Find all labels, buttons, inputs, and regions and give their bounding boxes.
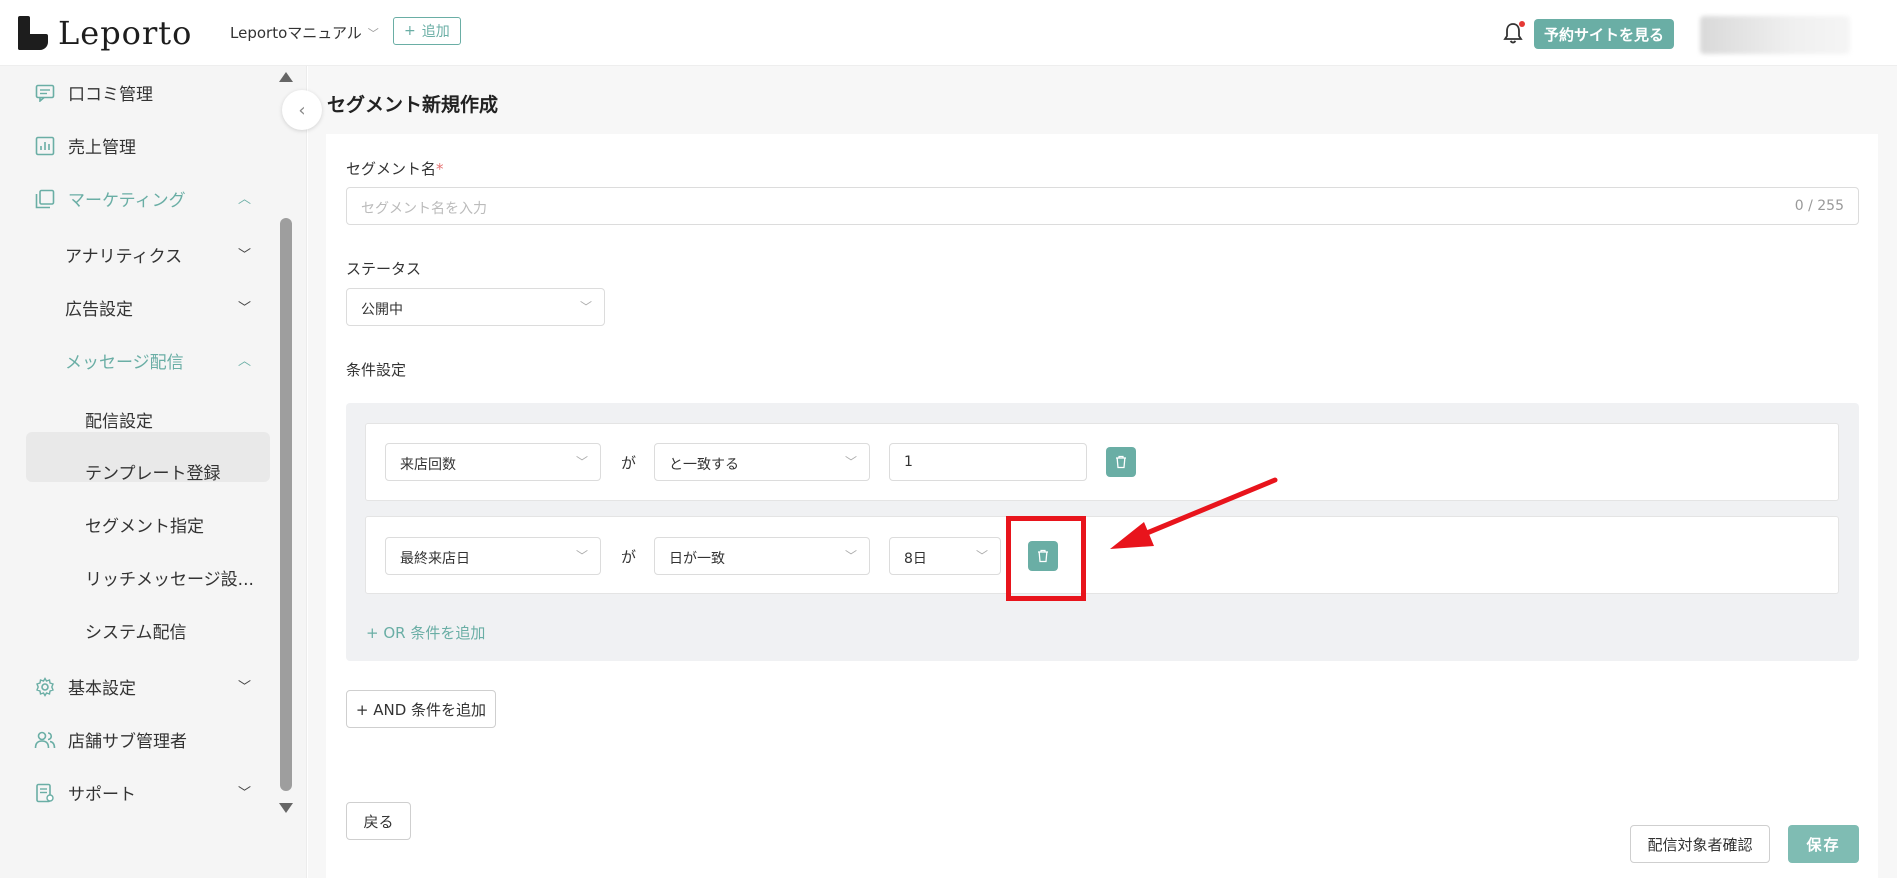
character-count: 0 / 255 [1794,198,1844,214]
back-button[interactable]: 戻る [346,802,411,840]
condition-field-value: 最終来店日 [400,551,470,567]
required-mark: * [436,160,444,178]
chevron-down-icon: ﹀ [844,455,857,469]
sidebar-item-label: 基本設定 [68,679,136,699]
sidebar-item-marketing[interactable]: マーケティング [34,186,186,211]
sidebar-item-label: テンプレート登録 [85,464,221,484]
segment-name-label-text: セグメント名 [346,160,437,178]
sidebar-item-label: サポート [68,785,136,805]
condition-field-select[interactable]: 最終来店日 ﹀ [385,537,601,575]
condition-day-select[interactable]: 8日 ﹀ [889,537,1001,575]
sidebar-item-label: アナリティクス [65,247,183,267]
sidebar-item-reviews[interactable]: 口コミ管理 [34,80,153,105]
add-label: 追加 [421,24,450,40]
chevron-down-icon[interactable]: ﹀ [238,676,251,695]
sidebar-item-label: 売上管理 [68,138,136,158]
sidebar-item-template-registration[interactable]: テンプレート登録 [85,459,221,484]
condition-connector: が [621,454,637,472]
status-select[interactable]: 公開中 ﹀ [346,288,605,326]
users-icon [34,729,56,751]
notification-dot [1519,21,1525,27]
status-label: ステータス [346,260,422,278]
chevron-down-icon[interactable]: ﹀ [238,782,251,801]
confirm-recipients-button[interactable]: 配信対象者確認 [1630,825,1770,863]
annotation-arrow-icon [1110,477,1278,549]
sidebar-item-label: リッチメッセージ設... [85,570,254,590]
chevron-down-icon: ﹀ [575,455,588,469]
scroll-up-arrow-icon[interactable] [279,72,293,82]
segment-name-input[interactable]: セグメント名を入力 0 / 255 [346,187,1859,225]
condition-value: 8日 [904,551,927,567]
plus-icon: + [404,23,416,39]
sidebar-item-rich-message[interactable]: リッチメッセージ設... [85,565,254,590]
sidebar-item-sales[interactable]: 売上管理 [34,133,136,158]
sidebar-item-messaging[interactable]: メッセージ配信 [65,348,184,373]
user-account-menu[interactable] [1700,16,1850,54]
add-and-condition-button[interactable]: + AND 条件を追加 [346,690,496,728]
leporto-logo[interactable]: Leporto [18,14,192,52]
view-booking-site-button[interactable]: 予約サイトを見る [1534,19,1675,49]
chevron-down-icon[interactable]: ﹀ [238,244,251,263]
condition-operator-value: と一致する [669,457,739,473]
condition-connector: が [621,548,637,566]
chevron-down-icon: ﹀ [575,549,588,563]
sidebar-item-label: 店舗サブ管理者 [68,732,187,752]
segment-name-label: セグメント名* [346,158,444,179]
logo-mark-icon [18,16,48,50]
condition-value-input[interactable]: 1 [889,443,1087,481]
chevron-left-icon: ‹ [298,99,306,121]
condition-operator-select[interactable]: 日が一致 ﹀ [654,537,870,575]
sidebar-item-ads[interactable]: 広告設定 [65,295,133,320]
chevron-down-icon[interactable]: ﹀ [238,297,251,316]
sidebar-item-segment[interactable]: セグメント指定 [85,512,204,537]
sidebar-item-label: メッセージ配信 [65,353,184,373]
sidebar-item-delivery-settings[interactable]: 配信設定 [85,407,153,432]
logo-text: Leporto [58,14,193,52]
chevron-up-icon[interactable]: ︿ [238,350,251,369]
condition-field-select[interactable]: 来店回数 ﹀ [385,443,601,481]
sidebar-item-analytics[interactable]: アナリティクス [65,242,182,267]
document-icon [34,782,56,804]
copy-icon [34,188,56,210]
condition-operator-select[interactable]: と一致する ﹀ [654,443,870,481]
sidebar-item-sub-admin[interactable]: 店舗サブ管理者 [34,727,187,752]
sidebar-item-label: セグメント指定 [85,517,204,537]
chevron-down-icon: ﹀ [579,300,592,314]
trash-icon [1116,455,1126,469]
sidebar-item-support[interactable]: サポート [34,780,136,805]
condition-value: 1 [904,454,913,470]
sidebar-item-basic-settings[interactable]: 基本設定 [34,674,136,699]
sidebar-item-label: 口コミ管理 [68,85,153,105]
chevron-down-icon: ﹀ [844,549,857,563]
annotation-highlight-box [1006,516,1086,601]
sidebar-item-label: マーケティング [68,191,186,211]
sidebar-collapse-button[interactable]: ‹ [282,90,322,130]
conditions-label: 条件設定 [346,361,407,379]
shop-selector[interactable]: Leportoマニュアル ﹀ [230,22,379,43]
sidebar-scrollbar-thumb[interactable] [280,218,292,791]
chevron-down-icon: ﹀ [975,549,988,563]
shop-name: Leportoマニュアル [230,24,362,42]
chart-icon [34,135,56,157]
scroll-down-arrow-icon[interactable] [279,803,293,813]
add-shop-button[interactable]: + 追加 [393,17,461,45]
condition-operator-value: 日が一致 [669,551,725,567]
sidebar-item-label: 配信設定 [85,412,153,432]
sidebar-item-system-delivery[interactable]: システム配信 [85,618,187,643]
chevron-up-icon[interactable]: ︿ [238,188,251,207]
chat-icon [34,82,56,104]
sidebar-item-label: システム配信 [85,623,187,643]
app-header: Leporto Leportoマニュアル ﹀ + 追加 予約サイトを見る [0,0,1897,66]
save-button[interactable]: 保存 [1788,825,1859,863]
add-or-condition-link[interactable]: + OR 条件を追加 [366,622,485,643]
sidebar-item-label: 広告設定 [65,300,133,320]
notification-bell-icon[interactable] [1503,21,1525,44]
chevron-down-icon: ﹀ [367,26,379,40]
gear-icon [34,676,56,698]
condition-field-value: 来店回数 [400,457,456,473]
segment-name-placeholder: セグメント名を入力 [361,201,487,217]
page-title: セグメント新規作成 [327,94,499,116]
status-value: 公開中 [361,302,403,318]
